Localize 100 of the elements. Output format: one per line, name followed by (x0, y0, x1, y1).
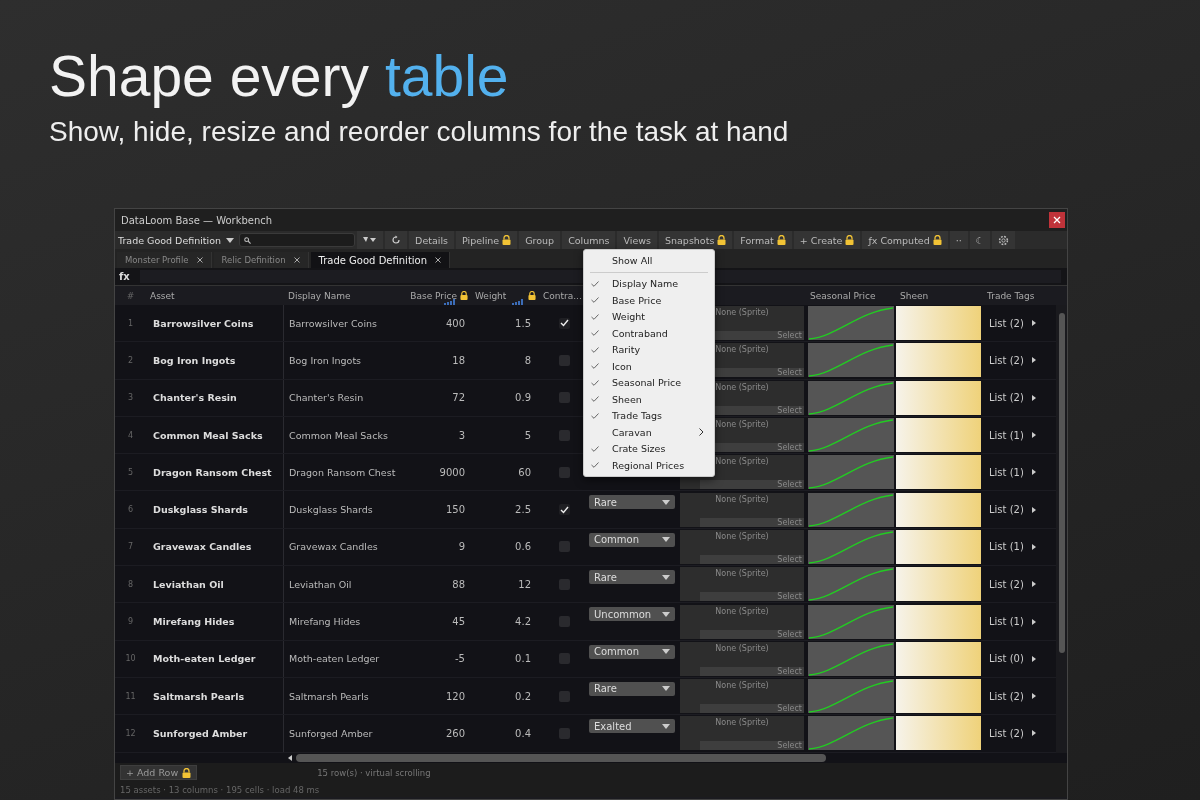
caret-icon (662, 537, 670, 543)
caret-icon (662, 611, 670, 617)
rarity-dropdown[interactable]: Common (589, 532, 675, 547)
list-cell[interactable]: List (2) (989, 727, 1024, 739)
caret-icon (662, 686, 670, 692)
checkbox[interactable] (558, 354, 570, 366)
column-header[interactable]: Contra... (543, 290, 582, 301)
rarity-dropdown[interactable]: Exalted (589, 719, 675, 734)
table-cell: Duskglass Shards (289, 504, 373, 516)
toolbar-button[interactable]: Group (519, 231, 561, 249)
menu-item[interactable]: Sheen (584, 391, 714, 408)
toolbar-button[interactable]: ☾ (969, 231, 991, 249)
table-cell: 150 (445, 504, 465, 516)
row-number: 10 (125, 654, 136, 664)
checkbox[interactable] (558, 653, 570, 665)
toolbar-button[interactable]: ·· (949, 231, 968, 249)
toolbar-button[interactable]: Pipeline (456, 231, 518, 249)
checkbox[interactable] (558, 616, 570, 627)
close-icon[interactable] (196, 257, 203, 263)
caret-icon (662, 649, 670, 655)
column-header[interactable]: Sheen (900, 290, 929, 301)
table-cell: Saltmarsh Pearls (289, 690, 369, 702)
checkbox[interactable] (558, 578, 570, 590)
add-row-button[interactable]: + Add Row (120, 765, 198, 781)
filter-icon (363, 236, 378, 244)
rarity-dropdown[interactable]: Common (589, 644, 675, 659)
checkbox[interactable] (558, 392, 570, 404)
table-cell: Gravewax Candles (153, 541, 252, 553)
checkbox[interactable] (558, 541, 570, 553)
menu-item[interactable]: Display Name (584, 275, 714, 292)
subheadline: Show, hide, resize and reorder columns for the task at hand (49, 116, 789, 148)
toolbar-button[interactable]: Details (409, 231, 454, 249)
scroll-left-icon[interactable] (288, 754, 292, 761)
menu-item[interactable]: Weight (584, 308, 714, 325)
toolbar-button[interactable]: Views (617, 231, 657, 249)
sprite-value: None (Sprite) (715, 643, 769, 653)
close-icon[interactable] (435, 257, 442, 263)
refresh-button[interactable] (385, 231, 408, 249)
sprite-value: None (Sprite) (715, 681, 769, 691)
rarity-dropdown[interactable]: Rare (589, 681, 675, 696)
list-cell[interactable]: List (2) (989, 317, 1024, 329)
row-number: 1 (127, 318, 134, 328)
checkbox[interactable] (558, 317, 570, 329)
table-cell: Mirefang Hides (153, 616, 235, 627)
settings-icon (998, 234, 1010, 246)
expand-icon (1031, 432, 1036, 439)
filter-button[interactable] (357, 231, 384, 249)
tab[interactable]: Trade Good Definition (310, 252, 451, 268)
table-cell: Bog Iron Ingots (153, 354, 236, 366)
expand-icon (1031, 730, 1036, 737)
column-header[interactable]: Trade Tags (987, 290, 1035, 301)
caret-icon (662, 723, 670, 729)
rarity-dropdown[interactable]: Rare (589, 495, 675, 510)
table-cell: Common Meal Sacks (153, 429, 263, 441)
list-cell[interactable]: List (1) (989, 616, 1024, 627)
sprite-value: None (Sprite) (715, 308, 769, 318)
list-cell[interactable]: List (2) (989, 392, 1024, 404)
list-cell[interactable]: List (2) (989, 504, 1024, 516)
close-button[interactable] (1049, 212, 1065, 228)
toolbar-button[interactable]: Format (734, 231, 792, 249)
checkbox[interactable] (558, 727, 570, 739)
rarity-dropdown[interactable]: Uncommon (589, 607, 675, 622)
column-header[interactable]: Seasonal Price (810, 290, 876, 301)
list-cell[interactable]: List (1) (989, 466, 1024, 478)
checkbox[interactable] (558, 466, 570, 478)
list-cell[interactable]: List (2) (989, 354, 1024, 366)
checkbox[interactable] (558, 429, 570, 441)
menu-item[interactable]: Caravan (584, 424, 714, 441)
toolbar-button[interactable]: + Create (793, 231, 861, 249)
vertical-scrollbar[interactable] (1056, 305, 1067, 753)
checkbox[interactable] (558, 690, 570, 702)
list-cell[interactable]: List (2) (989, 690, 1024, 702)
histogram-icon (512, 299, 526, 305)
menu-item[interactable]: Base Price (584, 292, 714, 309)
settings-button[interactable] (992, 231, 1016, 249)
row-number: 7 (127, 542, 134, 552)
list-cell[interactable]: List (1) (989, 429, 1024, 441)
expand-icon (1031, 543, 1036, 550)
column-header[interactable]: Asset (150, 290, 175, 301)
checkbox[interactable] (558, 504, 570, 516)
toolbar-button[interactable]: ƒx Computed (862, 231, 948, 249)
toolbar-button[interactable]: Snapshots (659, 231, 733, 249)
list-cell[interactable]: List (1) (989, 541, 1024, 553)
menu-item[interactable]: Rarity (584, 341, 714, 358)
rarity-dropdown[interactable]: Rare (589, 570, 675, 585)
table-cell: Barrowsilver Coins (289, 317, 378, 329)
toolbar-button[interactable]: Columns (562, 231, 616, 249)
search-field[interactable] (239, 233, 356, 247)
column-header[interactable]: Display Name (288, 290, 351, 301)
close-icon[interactable] (293, 257, 300, 263)
table-cell: 18 (452, 354, 465, 366)
list-cell[interactable]: List (2) (989, 578, 1024, 590)
column-header[interactable]: Base Price (410, 290, 457, 301)
menu-item[interactable]: Show All (584, 252, 714, 269)
list-cell[interactable]: List (0) (989, 653, 1024, 665)
menu-item[interactable]: Regional Prices (584, 457, 714, 474)
table-cell: 88 (452, 578, 465, 590)
row-count: 15 row(s) · virtual scrolling (317, 767, 431, 778)
column-header[interactable]: Weight (475, 290, 507, 301)
close-icon (1053, 216, 1061, 224)
